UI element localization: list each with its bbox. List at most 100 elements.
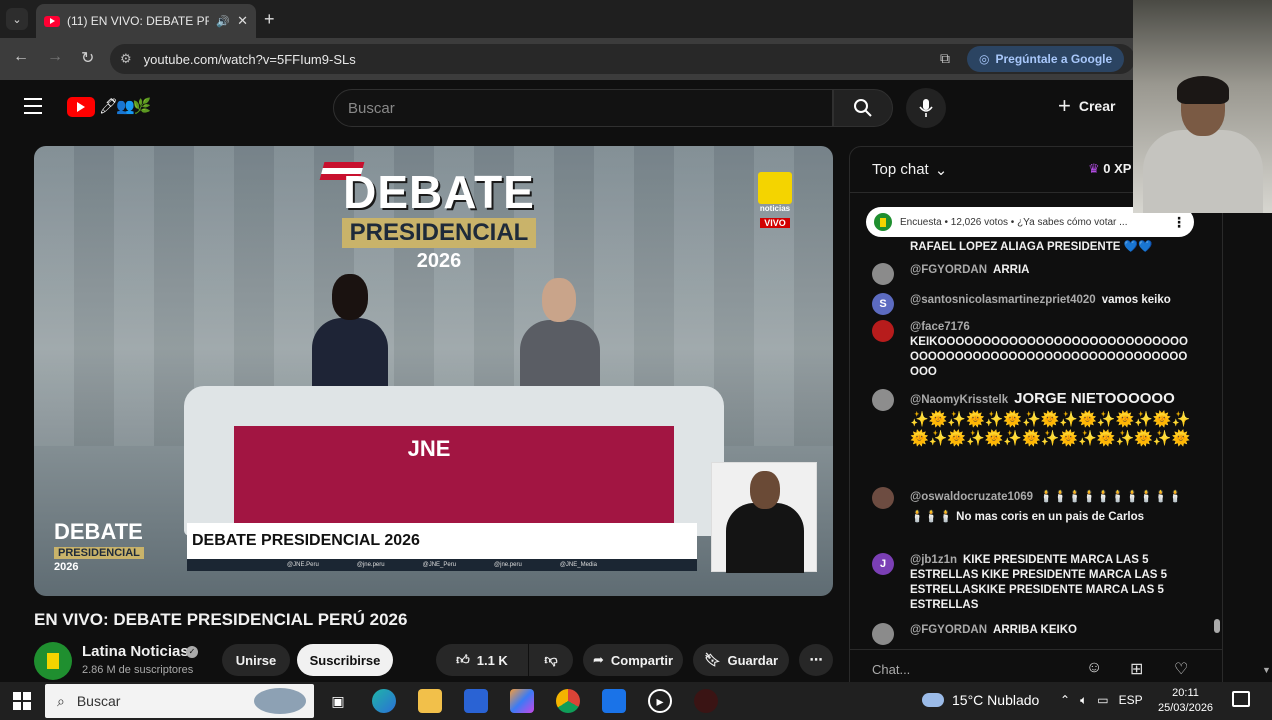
video-player[interactable]: DEBATE PRESIDENCIAL 2026 noticias VIVO J…: [34, 146, 833, 596]
browser-tab[interactable]: (11) EN VIVO: DEBATE PRES 🔊 ✕: [36, 4, 256, 38]
latina-noticias-logo: noticias VIVO: [756, 172, 794, 231]
close-tab-icon[interactable]: ✕: [237, 13, 248, 29]
youtube-favicon-icon: [44, 15, 60, 27]
chat-message: @face7176 KEIKOOOOOOOOOOOOOOOOOOOOOOOOOOO…: [872, 320, 1192, 380]
chevron-up-icon[interactable]: ⌃: [1060, 693, 1070, 708]
cloud-icon: [922, 693, 944, 707]
chat-author[interactable]: @FGYORDAN: [910, 264, 987, 276]
chat-author[interactable]: @FGYORDAN: [910, 624, 987, 636]
media-player-icon[interactable]: ▸: [648, 689, 672, 713]
taskbar-search[interactable]: ⌕ Buscar: [45, 684, 314, 718]
badge-debate: DEBATE: [54, 519, 143, 544]
chat-message: @oswaldocruzate1069 🕯️🕯️🕯️🕯️🕯️🕯️🕯️🕯️🕯️🕯️🕯…: [872, 487, 1192, 527]
site-info-icon[interactable]: ⚙: [120, 51, 132, 67]
xp-badge[interactable]: ♛ 0 XP: [1088, 161, 1131, 177]
bookmark-icon: 🔖︎: [703, 652, 721, 667]
new-tab-button[interactable]: +: [264, 9, 275, 30]
chrome-icon[interactable]: [556, 689, 580, 713]
url-text: youtube.com/watch?v=5FFIum9-SLs: [143, 51, 356, 67]
emoji-icon[interactable]: ☺: [1086, 659, 1102, 677]
avatar[interactable]: [872, 320, 894, 342]
clock[interactable]: 20:11 25/03/2026: [1158, 686, 1213, 716]
network-icon[interactable]: ▭: [1097, 693, 1108, 708]
create-button[interactable]: + Crear: [1058, 95, 1115, 117]
taskbar-search-label: Buscar: [76, 693, 121, 709]
channel-avatar[interactable]: [34, 642, 72, 680]
create-label: Crear: [1078, 98, 1116, 114]
chat-message: S @santosnicolasmartinezpriet4020 vamos k…: [872, 293, 1192, 315]
windows-start-icon[interactable]: [13, 692, 31, 710]
chat-mode-dropdown[interactable]: Top chat ⌄: [872, 161, 947, 179]
chat-author[interactable]: @face7176: [910, 320, 1186, 335]
subscribe-button[interactable]: Suscribirse: [297, 644, 393, 676]
tab-search-button[interactable]: ⌄: [6, 8, 28, 30]
search-button[interactable]: [833, 89, 893, 127]
like-button[interactable]: 👍︎ 1.1 K: [436, 644, 528, 676]
chat-message-partial: RAFAEL LOPEZ ALIAGA PRESIDENTE 💙💙: [910, 241, 1153, 253]
avatar[interactable]: J: [872, 553, 894, 575]
file-explorer-icon[interactable]: [418, 689, 442, 713]
search-input[interactable]: Buscar: [333, 89, 833, 127]
chat-author[interactable]: @oswaldocruzate1069: [910, 491, 1033, 503]
poll-channel-icon: [874, 213, 892, 231]
youtube-doodle-icon[interactable]: 🖊👥🌿: [99, 97, 151, 115]
share-button[interactable]: ➦ Compartir: [583, 644, 683, 676]
heart-icon[interactable]: ♡: [1174, 659, 1188, 679]
chat-text: vamos keiko: [1101, 294, 1171, 306]
more-actions-button[interactable]: ⋯: [799, 644, 833, 676]
kebab-menu-icon[interactable]: ⋮: [1172, 214, 1186, 231]
ask-google-button[interactable]: ◎ Pregúntale a Google: [967, 46, 1125, 72]
chat-scrollbar[interactable]: [1214, 619, 1220, 633]
volume-icon[interactable]: 🔈︎: [1080, 693, 1087, 708]
system-tray: ⌃ 🔈︎ ▭ ESP: [1060, 693, 1143, 708]
join-button[interactable]: Unirse: [222, 644, 290, 676]
clock-time: 20:11: [1172, 687, 1199, 699]
weather-widget[interactable]: 15°C Nublado: [922, 692, 1039, 708]
tab-title: (11) EN VIVO: DEBATE PRES: [67, 14, 210, 28]
chat-author[interactable]: @NaomyKrisstelk: [910, 394, 1008, 406]
language-indicator[interactable]: ESP: [1119, 693, 1143, 708]
install-app-icon[interactable]: ⧉: [940, 50, 950, 67]
outlook-icon[interactable]: [602, 689, 626, 713]
chat-message: @FGYORDAN ARRIBA KEIKO: [872, 623, 1192, 645]
chat-input[interactable]: Chat...: [872, 662, 910, 677]
noticias-text: noticias: [759, 204, 791, 213]
youtube-logo-icon[interactable]: [67, 97, 95, 117]
chat-text: ARRIA: [993, 264, 1030, 276]
avatar[interactable]: [872, 487, 894, 509]
share-icon: ➦: [592, 652, 604, 667]
avatar[interactable]: [872, 623, 894, 645]
chat-text: ARRIBA KEIKO: [993, 624, 1077, 636]
social-handle: @jne.peru: [356, 562, 385, 568]
voice-search-button[interactable]: [906, 88, 946, 128]
share-label: Compartir: [610, 652, 674, 668]
menu-icon[interactable]: [24, 98, 42, 119]
avatar[interactable]: [872, 389, 894, 411]
chat-author[interactable]: @santosnicolasmartinezpriet4020: [910, 294, 1096, 306]
avatar[interactable]: S: [872, 293, 894, 315]
chat-input-row: Chat... ☺ ⊞ ♡: [850, 649, 1222, 685]
recorder-icon[interactable]: [694, 689, 718, 713]
copilot-icon[interactable]: [510, 689, 534, 713]
page-scroll-arrow-icon[interactable]: ▼: [1262, 665, 1271, 675]
gift-icon[interactable]: ⊞: [1130, 659, 1143, 679]
notification-icon[interactable]: [1232, 691, 1250, 707]
thumbs-up-icon: 👍︎: [456, 652, 470, 667]
overlay-year: 2026: [416, 250, 462, 272]
reload-icon[interactable]: ↻: [81, 48, 94, 68]
dislike-button[interactable]: 👎︎: [529, 644, 573, 676]
subscriber-count: 2.86 M de suscriptores: [82, 664, 194, 676]
browser-toolbar: ← → ↻ ⚙ youtube.com/watch?v=5FFIum9-SLs …: [0, 38, 1272, 80]
store-icon[interactable]: [464, 689, 488, 713]
lower-third: DEBATE PRESIDENCIAL 2026 DEBATE PRESIDEN…: [54, 521, 699, 576]
save-button[interactable]: 🔖︎ Guardar: [693, 644, 789, 676]
task-view-icon[interactable]: ▣: [326, 689, 350, 713]
channel-name[interactable]: Latina Noticias: [82, 643, 189, 660]
back-arrow-icon[interactable]: ←: [13, 48, 29, 66]
avatar[interactable]: [872, 263, 894, 285]
xp-value: 0 XP: [1103, 161, 1132, 176]
speaker-icon[interactable]: 🔊: [216, 15, 230, 28]
forward-arrow-icon[interactable]: →: [47, 48, 63, 66]
chat-author[interactable]: @jb1z1n: [910, 554, 957, 566]
edge-icon[interactable]: [372, 689, 396, 713]
